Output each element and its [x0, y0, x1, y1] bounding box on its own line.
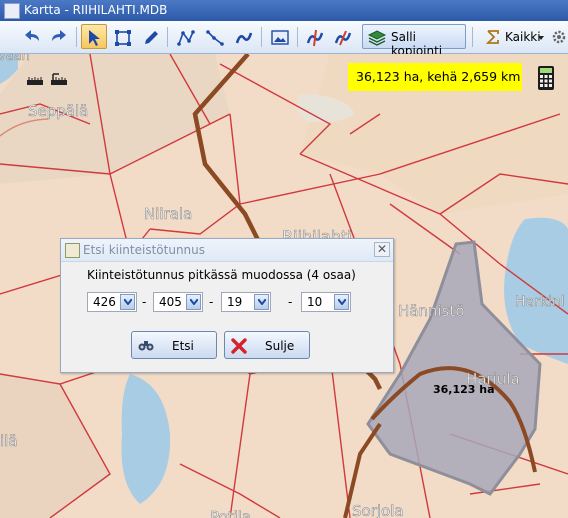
ruler-icon [27, 77, 43, 85]
chevron-down-icon [190, 299, 198, 305]
property-part-1-value: 426 [93, 295, 116, 309]
settings-button[interactable] [548, 24, 568, 49]
area-measure-tool[interactable] [50, 73, 68, 87]
line-button[interactable] [201, 24, 227, 49]
dropdown-button[interactable] [254, 294, 269, 310]
area-select-button[interactable] [109, 24, 135, 49]
chevron-down-icon [538, 36, 544, 40]
part-separator: - [209, 295, 214, 309]
property-part-2-select[interactable]: 405 [153, 292, 203, 312]
allow-copy-button[interactable]: Salli kopiointi [362, 24, 466, 58]
property-part-1-select[interactable]: 426 [87, 292, 137, 312]
dialog-prompt: Kiinteistötunnus pitkässä muodossa (4 os… [87, 268, 356, 282]
sigma-icon [485, 30, 499, 44]
select-tool-button[interactable] [81, 24, 107, 49]
dropdown-button[interactable] [120, 294, 135, 310]
undo-button[interactable] [18, 24, 44, 49]
chevron-down-icon [258, 299, 266, 305]
property-part-4-value: 10 [307, 295, 323, 309]
property-part-3-select[interactable]: 19 [221, 292, 271, 312]
dialog-titlebar[interactable]: Etsi kiinteistötunnus ✕ [61, 239, 393, 262]
place-label-seppala: Seppälä [28, 102, 88, 120]
redo-button[interactable] [45, 24, 71, 49]
search-button[interactable]: Etsi [131, 331, 217, 359]
close-button-label: Sulje [265, 339, 295, 353]
toolbar-separator [472, 27, 473, 47]
gear-icon [552, 30, 566, 44]
polyline-icon [177, 30, 195, 46]
square-select-icon [115, 30, 131, 46]
line-icon [206, 30, 224, 46]
ruler-tool[interactable] [26, 73, 44, 87]
place-label-sorjola: Sorjola [352, 502, 404, 518]
property-part-2-value: 405 [159, 295, 182, 309]
close-button[interactable]: Sulje [224, 331, 310, 359]
all-label: Kaikki [505, 30, 541, 44]
area-ruler-icon [51, 73, 67, 85]
split-map-button[interactable] [301, 24, 327, 49]
place-label-vaara: vaan [0, 54, 30, 64]
curve-button[interactable] [230, 24, 256, 49]
split-map-icon [306, 29, 324, 47]
polyline-button[interactable] [172, 24, 198, 49]
dialog-title: Etsi kiinteistötunnus [83, 243, 206, 257]
calculator-button[interactable] [533, 64, 559, 92]
place-label-hannisto: Hännistö [398, 302, 465, 320]
layers-icon [367, 30, 387, 46]
toolbar-separator [167, 27, 168, 47]
pointer-arrow-icon [89, 30, 100, 46]
curve-icon [235, 32, 253, 44]
binoculars-icon [138, 341, 154, 351]
window-titlebar: Kartta - RIIHILAHTI.MDB [0, 0, 568, 21]
part-separator: - [142, 295, 147, 309]
area-label: 36,123 ha [433, 383, 495, 396]
place-label-niirala: Niirala [144, 205, 192, 223]
calculator-icon [538, 66, 554, 90]
redo-arrow-icon [52, 30, 66, 41]
app-map-icon [4, 3, 20, 19]
dialog-close-button[interactable]: ✕ [374, 242, 390, 257]
find-property-dialog: Etsi kiinteistötunnus ✕ Kiinteistötunnus… [60, 238, 394, 373]
property-part-3-value: 19 [227, 295, 243, 309]
draw-button[interactable] [137, 24, 163, 49]
dialog-map-icon [65, 243, 80, 258]
map-toolbar: Salli kopiointi Kaikki [0, 21, 568, 58]
toolbar-separator [297, 27, 298, 47]
place-label-potila: Potila [210, 508, 251, 518]
chevron-down-icon [338, 299, 346, 305]
search-button-label: Etsi [172, 339, 194, 353]
picture-button[interactable] [266, 24, 292, 49]
property-part-4-select[interactable]: 10 [301, 292, 351, 312]
close-icon: ✕ [376, 242, 388, 256]
toolbar-separator [261, 27, 262, 47]
undo-arrow-icon [25, 30, 39, 41]
toolbar-separator [76, 27, 77, 47]
dropdown-button[interactable] [334, 294, 349, 310]
pencil-icon [145, 31, 158, 44]
all-dropdown-button[interactable]: Kaikki [480, 24, 544, 49]
red-x-icon [231, 338, 247, 354]
window-title: Kartta - RIIHILAHTI.MDB [24, 3, 168, 17]
picture-icon [271, 30, 289, 45]
merge-map-button[interactable] [329, 24, 355, 49]
dropdown-button[interactable] [186, 294, 201, 310]
merge-map-icon [334, 30, 352, 46]
place-label-ila: ilä [0, 432, 18, 450]
measurement-text: 36,123 ha, kehä 2,659 km [356, 69, 521, 84]
measurement-readout: 36,123 ha, kehä 2,659 km [348, 63, 522, 91]
place-label-harkinlahti: Harkinl [515, 294, 565, 310]
chevron-down-icon [124, 299, 132, 305]
part-separator: - [288, 295, 293, 309]
